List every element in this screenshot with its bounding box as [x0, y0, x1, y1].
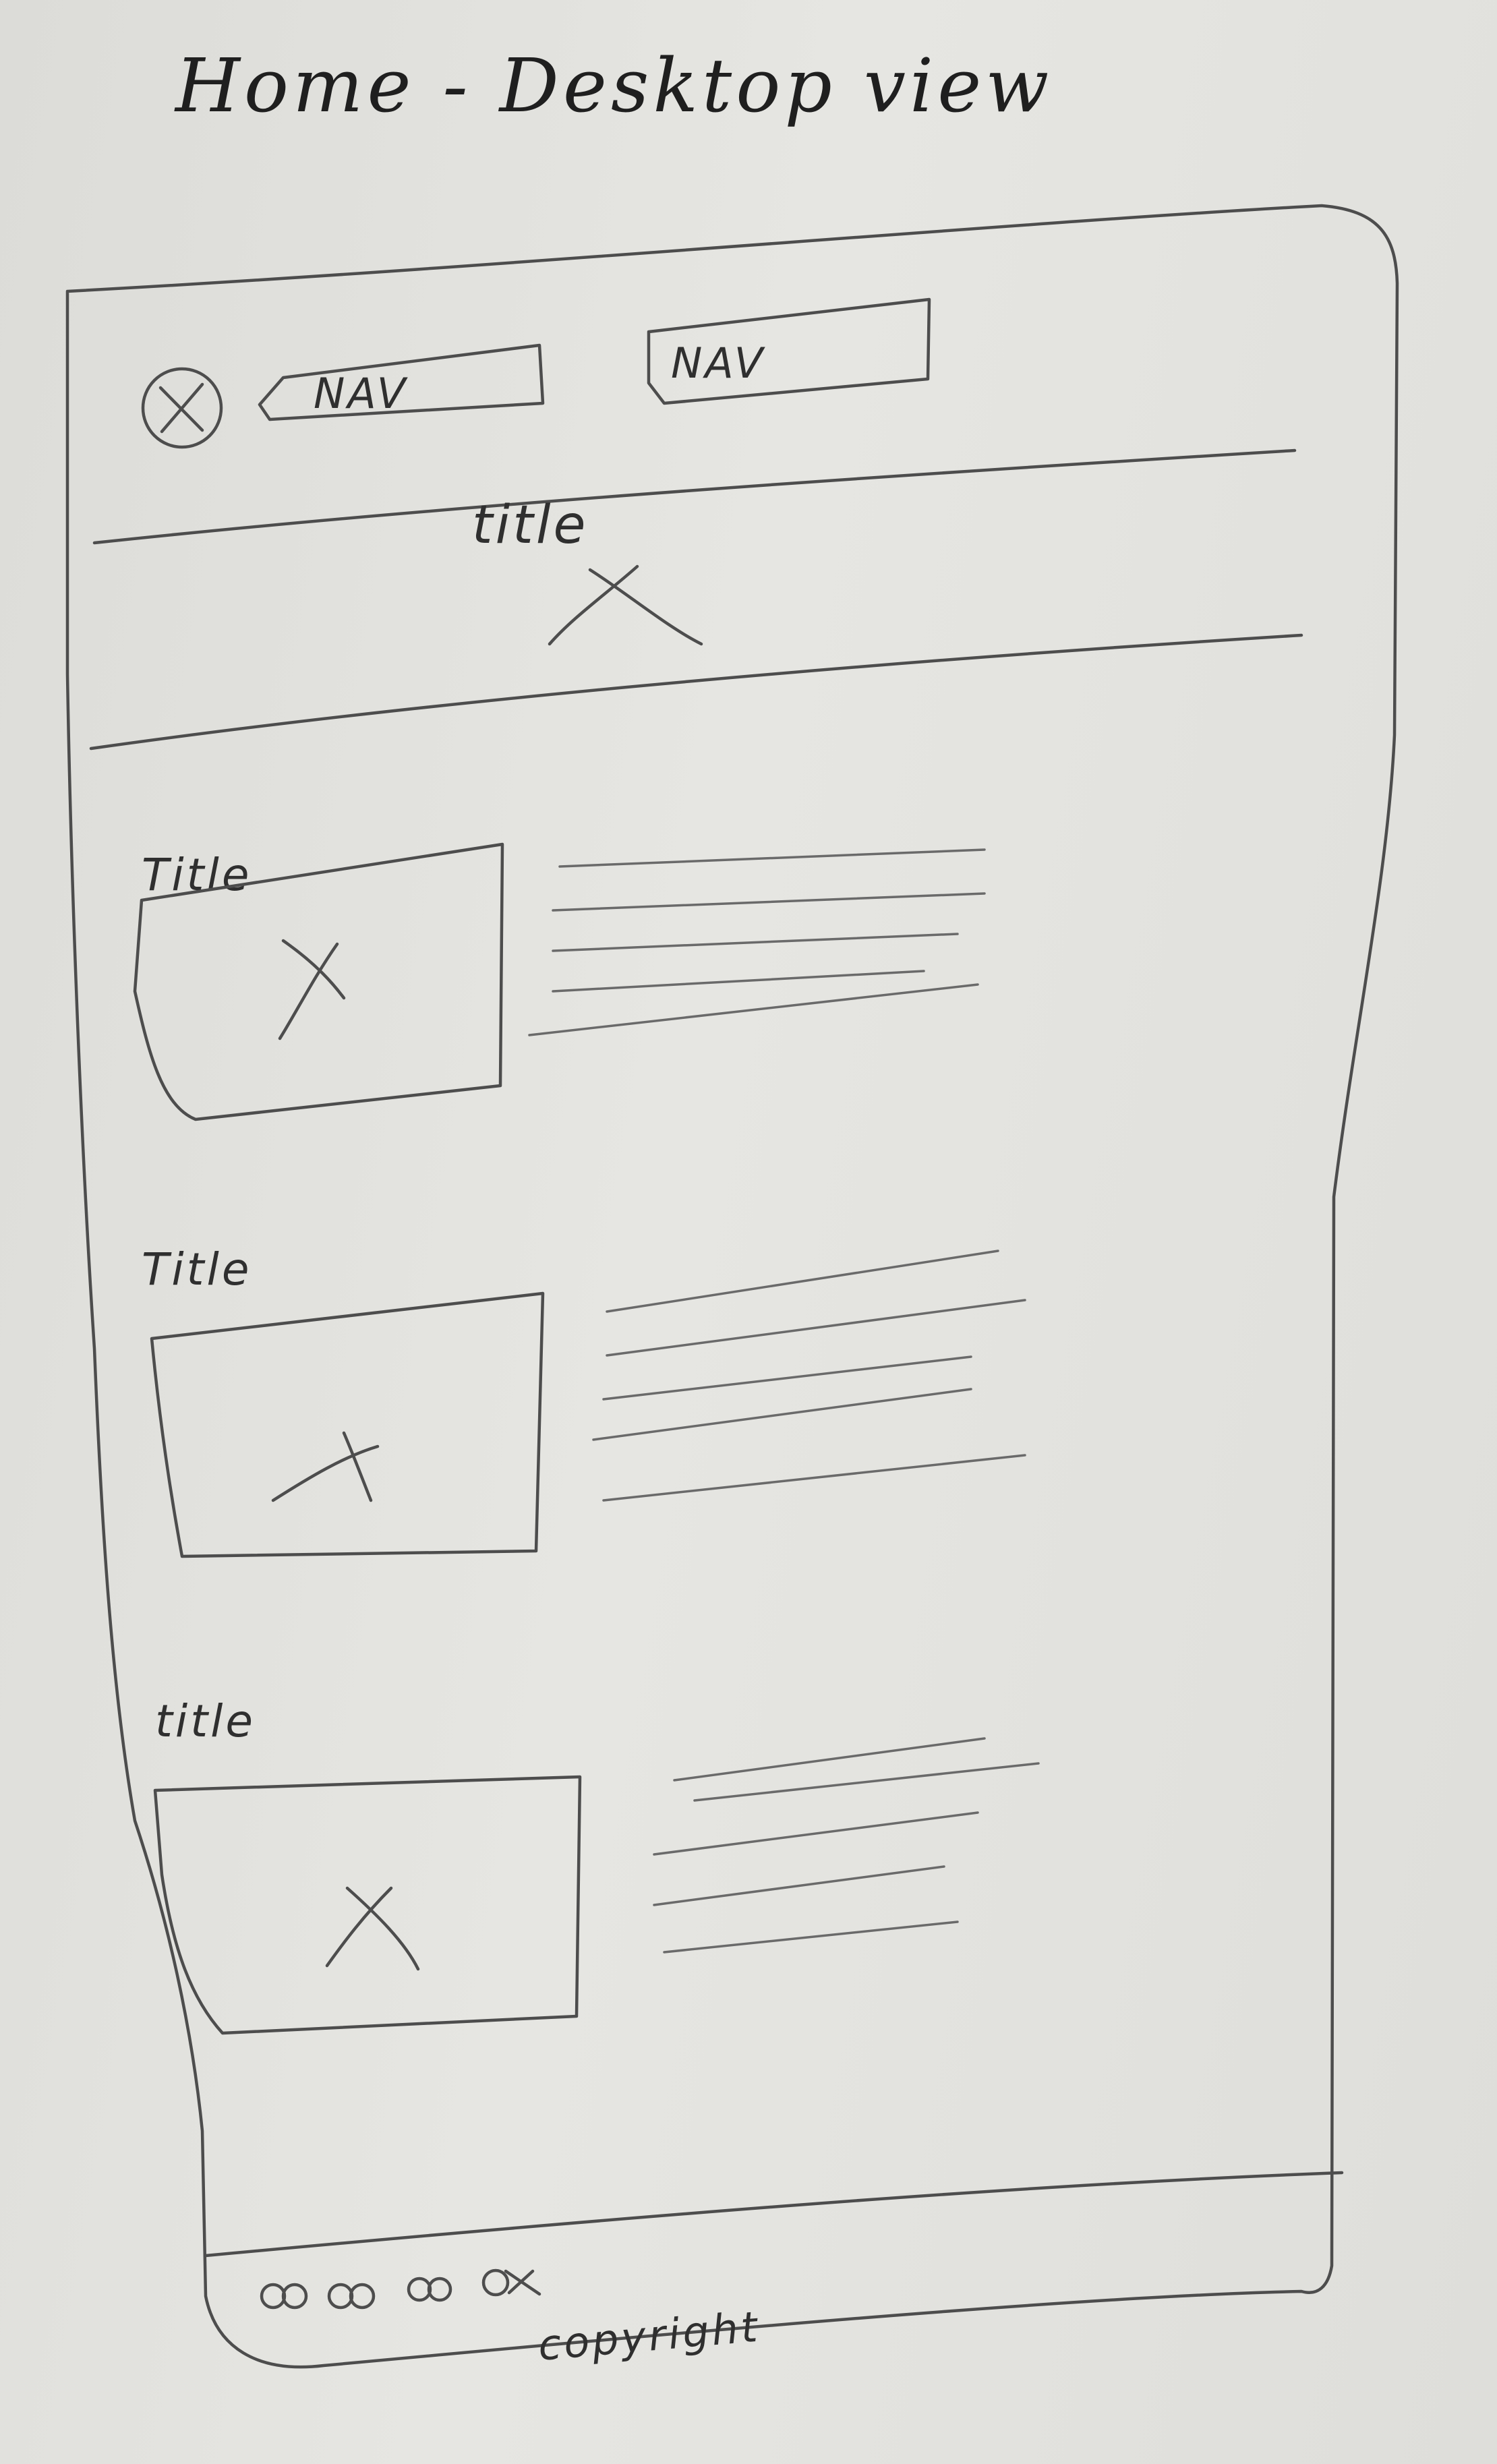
content-section-2: Title: [142, 1243, 1026, 1558]
social-icons: [260, 2268, 541, 2310]
header-divider: [92, 448, 1297, 545]
section-text-lines-1: [528, 848, 986, 1036]
footer-copyright: copyright: [536, 2301, 762, 2370]
hero-divider: [89, 633, 1303, 751]
social-icon-2[interactable]: [327, 2283, 376, 2310]
nav-label-1: NAV: [314, 369, 409, 418]
nav-label-2: NAV: [671, 339, 766, 388]
section-image-2[interactable]: [150, 1291, 545, 1558]
wireframe-sketch: Home - Desktop view NAV NAV title Title: [65, 42, 1399, 2370]
nav-button-1[interactable]: NAV: [258, 343, 545, 421]
hero-banner: title: [89, 495, 1303, 751]
site-header: NAV NAV: [92, 297, 1297, 545]
sketch-heading: Home - Desktop view: [174, 42, 1053, 129]
site-footer: copyright: [204, 2171, 1344, 2370]
footer-divider: [204, 2171, 1344, 2258]
social-icon-4[interactable]: [481, 2268, 541, 2297]
page-frame: [65, 204, 1399, 2369]
content-section-1: Title: [133, 842, 986, 1121]
social-icon-1[interactable]: [260, 2283, 308, 2310]
section-text-lines-3: [653, 1737, 1040, 1954]
hero-title: title: [472, 495, 589, 556]
image-placeholder-x-1: [278, 939, 346, 1040]
section-title-2: Title: [142, 1243, 252, 1295]
image-placeholder-x-3: [325, 1886, 420, 1971]
section-title-3: title: [155, 1695, 256, 1747]
content-section-3: title: [153, 1695, 1040, 2035]
nav-button-2[interactable]: NAV: [647, 297, 931, 405]
image-placeholder-x-2: [271, 1431, 380, 1502]
logo-icon[interactable]: [141, 367, 223, 449]
social-icon-3[interactable]: [407, 2277, 452, 2302]
section-text-lines-2: [592, 1250, 1026, 1502]
hero-image-placeholder: [548, 564, 703, 646]
